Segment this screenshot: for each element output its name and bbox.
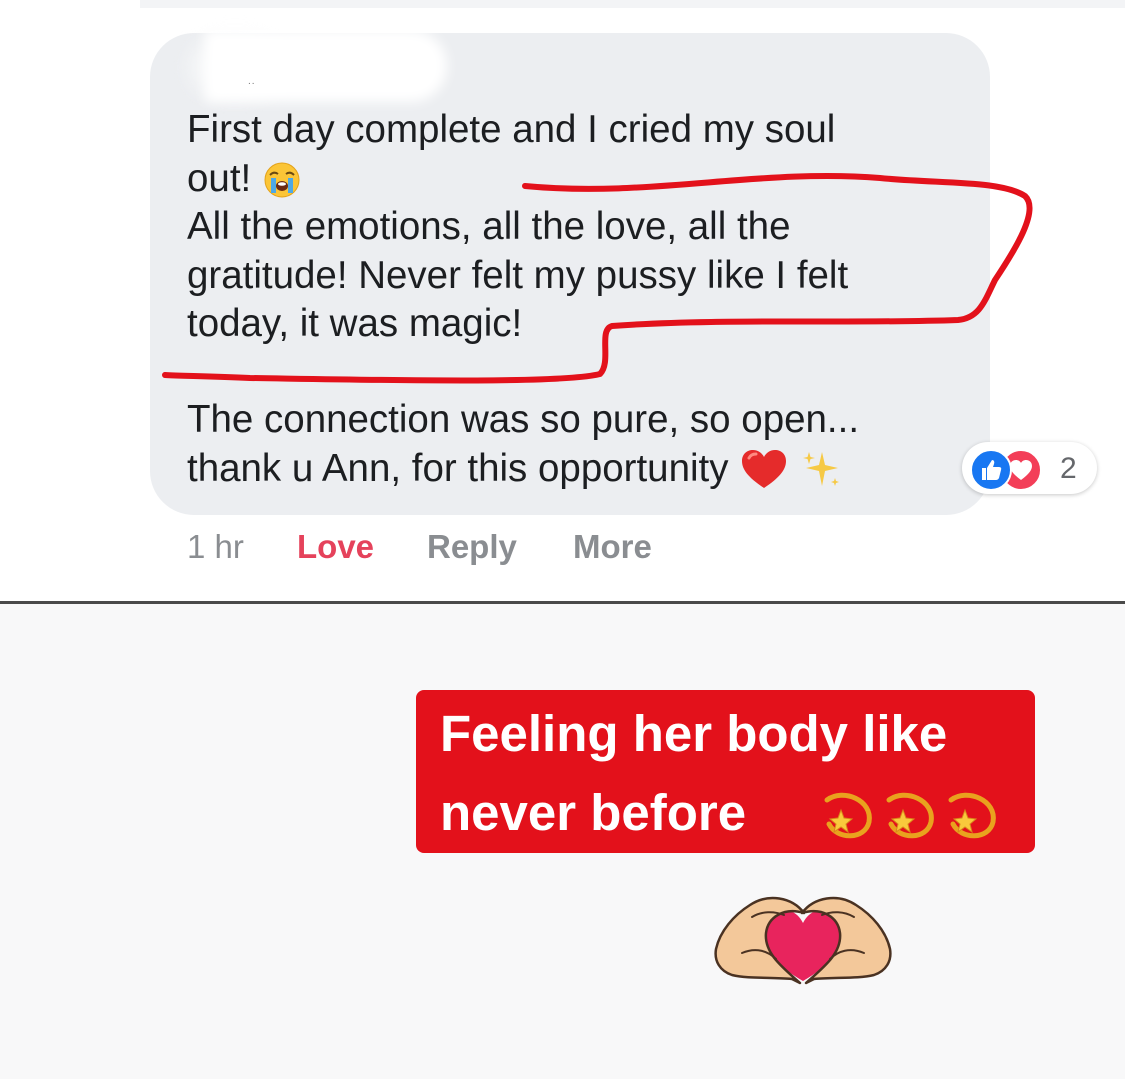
dizzy-emojis — [824, 792, 996, 839]
dizzy-emoji — [948, 792, 996, 839]
like-icon — [970, 449, 1012, 491]
dizzy-emoji — [886, 792, 934, 839]
heart-hands-emoji — [714, 896, 892, 985]
story-caption-line: Feeling her body like — [440, 705, 948, 762]
screenshot-top-panel: .. First day complete and I cried my sou… — [0, 0, 1125, 601]
dizzy-emoji — [824, 792, 872, 839]
highlight-annotation — [162, 172, 1033, 384]
story-caption-line: never before — [440, 784, 747, 841]
